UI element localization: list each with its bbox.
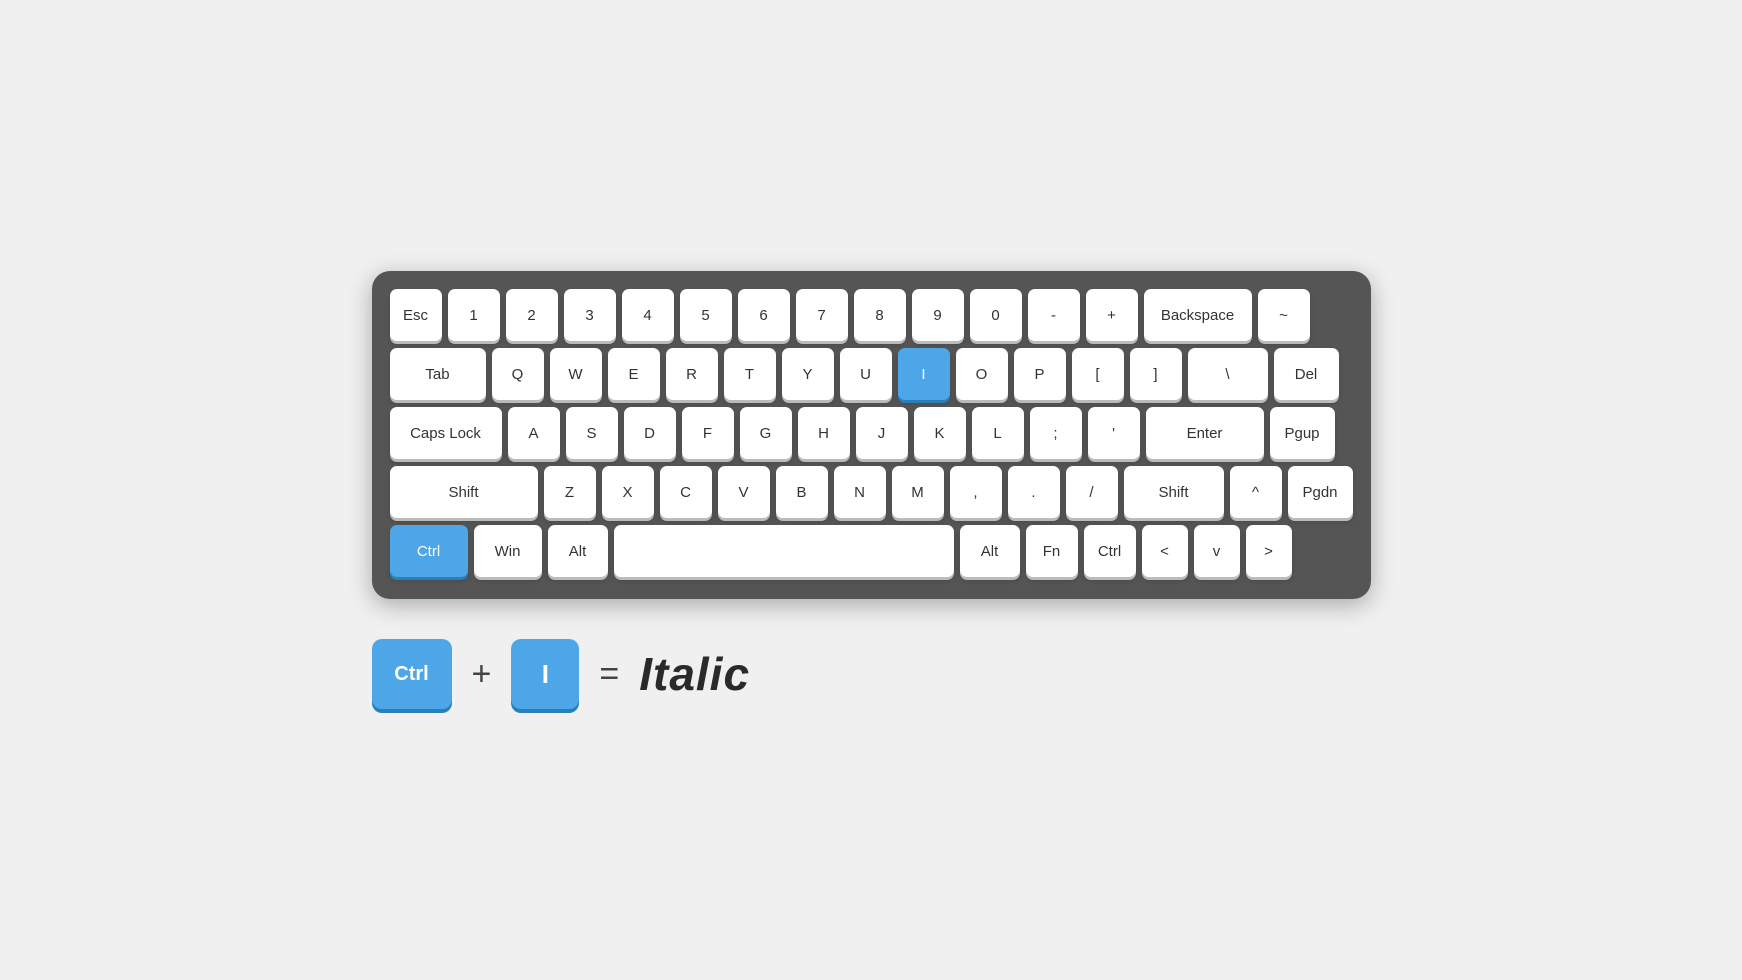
4-key[interactable]: 4 <box>622 289 674 341</box>
tilde-key[interactable]: ~ <box>1258 289 1310 341</box>
esc-key[interactable]: Esc <box>390 289 442 341</box>
bottom-row: Ctrl Win Alt Alt Fn Ctrl < v > <box>390 525 1353 577</box>
comma-key[interactable]: , <box>950 466 1002 518</box>
backspace-key[interactable]: Backspace <box>1144 289 1252 341</box>
ctrl-left-key[interactable]: Ctrl <box>390 525 468 577</box>
minus-key[interactable]: - <box>1028 289 1080 341</box>
v-key[interactable]: V <box>718 466 770 518</box>
alt-right-key[interactable]: Alt <box>960 525 1020 577</box>
o-key[interactable]: O <box>956 348 1008 400</box>
shortcut-display: Ctrl + I = Italic <box>372 639 1371 709</box>
shift-right-key[interactable]: Shift <box>1124 466 1224 518</box>
y-key[interactable]: Y <box>782 348 834 400</box>
i-key[interactable]: I <box>898 348 950 400</box>
keyboard: Esc 1 2 3 4 5 6 7 8 9 0 - + Backspace ~ … <box>372 271 1371 599</box>
s-key[interactable]: S <box>566 407 618 459</box>
del-key[interactable]: Del <box>1274 348 1339 400</box>
f-key[interactable]: F <box>682 407 734 459</box>
close-bracket-key[interactable]: ] <box>1130 348 1182 400</box>
0-key[interactable]: 0 <box>970 289 1022 341</box>
9-key[interactable]: 9 <box>912 289 964 341</box>
b-key[interactable]: B <box>776 466 828 518</box>
k-key[interactable]: K <box>914 407 966 459</box>
caret-key[interactable]: ^ <box>1230 466 1282 518</box>
qwerty-row: Tab Q W E R T Y U I O P [ ] \ Del <box>390 348 1353 400</box>
shortcut-action-label: Italic <box>639 647 750 701</box>
r-key[interactable]: R <box>666 348 718 400</box>
shortcut-plus-symbol: + <box>472 655 492 694</box>
semicolon-key[interactable]: ; <box>1030 407 1082 459</box>
win-key[interactable]: Win <box>474 525 542 577</box>
g-key[interactable]: G <box>740 407 792 459</box>
x-key[interactable]: X <box>602 466 654 518</box>
shortcut-i-key: I <box>511 639 579 709</box>
tab-key[interactable]: Tab <box>390 348 486 400</box>
w-key[interactable]: W <box>550 348 602 400</box>
a-key[interactable]: A <box>508 407 560 459</box>
open-bracket-key[interactable]: [ <box>1072 348 1124 400</box>
7-key[interactable]: 7 <box>796 289 848 341</box>
h-key[interactable]: H <box>798 407 850 459</box>
space-key[interactable] <box>614 525 954 577</box>
2-key[interactable]: 2 <box>506 289 558 341</box>
z-key[interactable]: Z <box>544 466 596 518</box>
ctrl-right-key[interactable]: Ctrl <box>1084 525 1136 577</box>
backslash-key[interactable]: \ <box>1188 348 1268 400</box>
pgdn-key[interactable]: Pgdn <box>1288 466 1353 518</box>
c-key[interactable]: C <box>660 466 712 518</box>
period-key[interactable]: . <box>1008 466 1060 518</box>
plus-key[interactable]: + <box>1086 289 1138 341</box>
zxcv-row: Shift Z X C V B N M , . / Shift ^ Pgdn <box>390 466 1353 518</box>
shift-left-key[interactable]: Shift <box>390 466 538 518</box>
d-key[interactable]: D <box>624 407 676 459</box>
slash-key[interactable]: / <box>1066 466 1118 518</box>
left-arrow-key[interactable]: < <box>1142 525 1188 577</box>
right-arrow-key[interactable]: > <box>1246 525 1292 577</box>
down-arrow-key[interactable]: v <box>1194 525 1240 577</box>
j-key[interactable]: J <box>856 407 908 459</box>
6-key[interactable]: 6 <box>738 289 790 341</box>
capslock-key[interactable]: Caps Lock <box>390 407 502 459</box>
alt-left-key[interactable]: Alt <box>548 525 608 577</box>
n-key[interactable]: N <box>834 466 886 518</box>
enter-key[interactable]: Enter <box>1146 407 1264 459</box>
1-key[interactable]: 1 <box>448 289 500 341</box>
shortcut-ctrl-key: Ctrl <box>372 639 452 709</box>
8-key[interactable]: 8 <box>854 289 906 341</box>
number-row: Esc 1 2 3 4 5 6 7 8 9 0 - + Backspace ~ <box>390 289 1353 341</box>
m-key[interactable]: M <box>892 466 944 518</box>
quote-key[interactable]: ' <box>1088 407 1140 459</box>
e-key[interactable]: E <box>608 348 660 400</box>
pgup-key[interactable]: Pgup <box>1270 407 1335 459</box>
shortcut-equals-symbol: = <box>599 655 619 694</box>
p-key[interactable]: P <box>1014 348 1066 400</box>
3-key[interactable]: 3 <box>564 289 616 341</box>
keyboard-wrapper: Esc 1 2 3 4 5 6 7 8 9 0 - + Backspace ~ … <box>372 271 1371 709</box>
asdf-row: Caps Lock A S D F G H J K L ; ' Enter Pg… <box>390 407 1353 459</box>
u-key[interactable]: U <box>840 348 892 400</box>
fn-key[interactable]: Fn <box>1026 525 1078 577</box>
q-key[interactable]: Q <box>492 348 544 400</box>
t-key[interactable]: T <box>724 348 776 400</box>
l-key[interactable]: L <box>972 407 1024 459</box>
5-key[interactable]: 5 <box>680 289 732 341</box>
